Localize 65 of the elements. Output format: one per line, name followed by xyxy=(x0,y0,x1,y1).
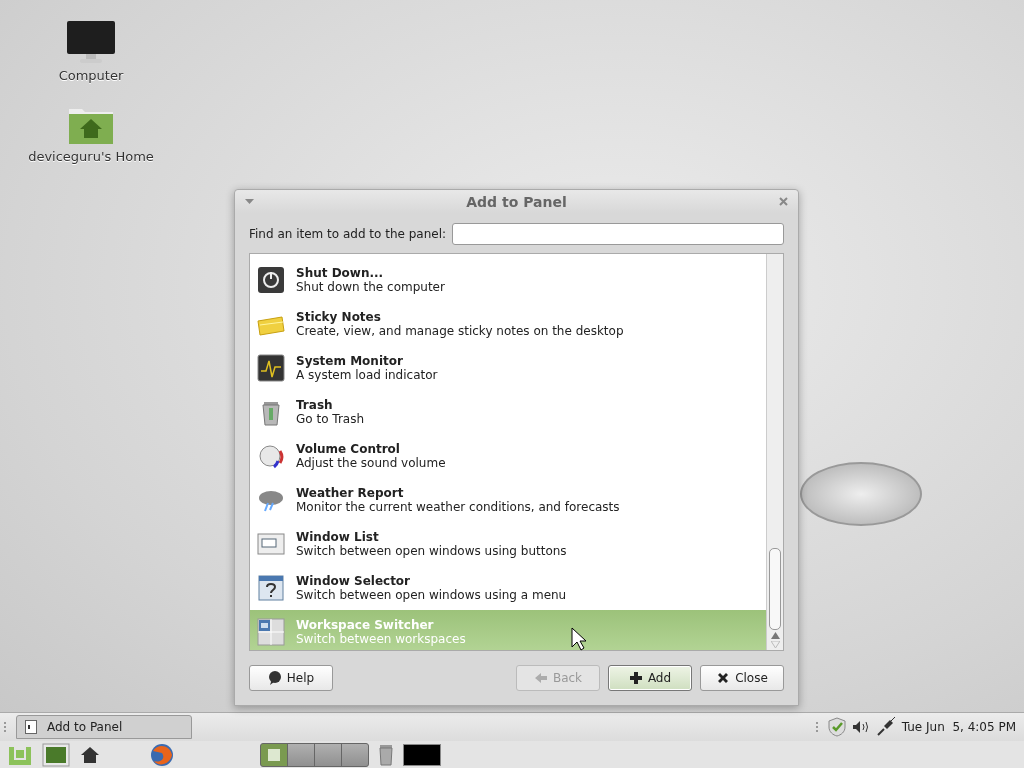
item-name: Weather Report xyxy=(296,486,405,500)
item-name: Shut Down... xyxy=(296,266,385,280)
search-label: Find an item to add to the panel: xyxy=(249,227,447,241)
item-description: Shut down the computer xyxy=(296,280,445,294)
close-icon[interactable] xyxy=(779,197,788,206)
globe-icon[interactable] xyxy=(150,743,174,767)
down-arrow-icon[interactable] xyxy=(770,641,780,648)
item-name: Workspace Switcher xyxy=(296,618,435,632)
item-description: Adjust the sound volume xyxy=(296,456,446,470)
desktop-icon-label[interactable]: Computer xyxy=(58,68,124,83)
search-field[interactable] xyxy=(452,223,784,245)
home-icon[interactable] xyxy=(80,746,100,764)
monitor-icon[interactable] xyxy=(66,20,116,64)
item-name: Trash xyxy=(296,398,334,412)
window-title: Add to Panel xyxy=(465,193,568,210)
dialog-button[interactable]: Help xyxy=(249,665,333,691)
item-name: System Monitor xyxy=(296,354,404,368)
workspace-grid-icon xyxy=(256,617,286,647)
item-description: Switch between open windows using buttons xyxy=(296,544,567,558)
up-arrow-icon[interactable] xyxy=(770,632,780,639)
window-question-icon xyxy=(256,573,286,603)
clock[interactable]: Tue Jun 5, 4:05 PM xyxy=(901,720,1016,734)
desktop-icon[interactable] xyxy=(42,743,70,767)
workspace[interactable] xyxy=(261,744,287,766)
scrollbar-thumb[interactable] xyxy=(769,548,781,630)
monitor-graph-icon xyxy=(256,353,286,383)
scrollbar[interactable] xyxy=(766,254,783,650)
item-description: Create, view, and manage sticky notes on the desktop xyxy=(296,324,624,338)
close-icon xyxy=(716,671,731,685)
workspace[interactable] xyxy=(342,744,368,766)
item-description: Switch between open windows using a menu xyxy=(296,588,567,602)
plus-icon xyxy=(628,671,643,685)
dialog-button[interactable]: Add xyxy=(608,665,692,691)
workspace[interactable] xyxy=(288,744,314,766)
plug-icon[interactable] xyxy=(875,717,896,737)
list-item[interactable]: Volume Control Adjust the sound volume xyxy=(250,434,766,478)
item-description: Go to Trash xyxy=(296,412,365,426)
desktop-icon-label[interactable]: deviceguru's Home xyxy=(28,149,154,164)
speaker-icon[interactable] xyxy=(851,720,870,734)
list-item[interactable]: Sticky Notes Create, view, and manage sticky notes on the desktop xyxy=(250,302,766,346)
trash-can-icon[interactable] xyxy=(379,744,393,766)
item-description: Switch between workspaces xyxy=(296,632,466,646)
mint-menu-icon[interactable] xyxy=(8,744,32,766)
system-monitor-graph[interactable] xyxy=(403,744,441,766)
dialog-button[interactable]: Close xyxy=(700,665,784,691)
help-icon xyxy=(267,671,282,685)
list-item[interactable]: Shut Down... Shut down the computer xyxy=(250,258,766,302)
item-name: Volume Control xyxy=(296,442,401,456)
item-name: Window List xyxy=(296,530,380,544)
power-icon xyxy=(256,265,286,295)
item-description: A system load indicator xyxy=(296,368,438,382)
list-item[interactable]: Weather Report Monitor the current weather conditions, and forecasts xyxy=(250,478,766,522)
workspace[interactable] xyxy=(315,744,341,766)
left-arrow-icon xyxy=(533,671,548,685)
item-name: Sticky Notes xyxy=(296,310,382,324)
taskbar-window-button[interactable]: Add to Panel xyxy=(16,715,192,739)
menu-arrow-icon[interactable] xyxy=(245,199,254,204)
list-item[interactable]: Trash Go to Trash xyxy=(250,390,766,434)
item-name: Window Selector xyxy=(296,574,412,588)
list-item[interactable]: Window List Switch between open windows using buttons xyxy=(250,522,766,566)
shield-check-icon[interactable] xyxy=(827,717,846,737)
window-icon xyxy=(25,720,37,734)
item-description: Monitor the current weather conditions, and forecasts xyxy=(296,500,620,514)
list-item[interactable]: System Monitor A system load indicator xyxy=(250,346,766,390)
list-item[interactable]: Window Selector Switch between open windows using a menu xyxy=(250,566,766,610)
